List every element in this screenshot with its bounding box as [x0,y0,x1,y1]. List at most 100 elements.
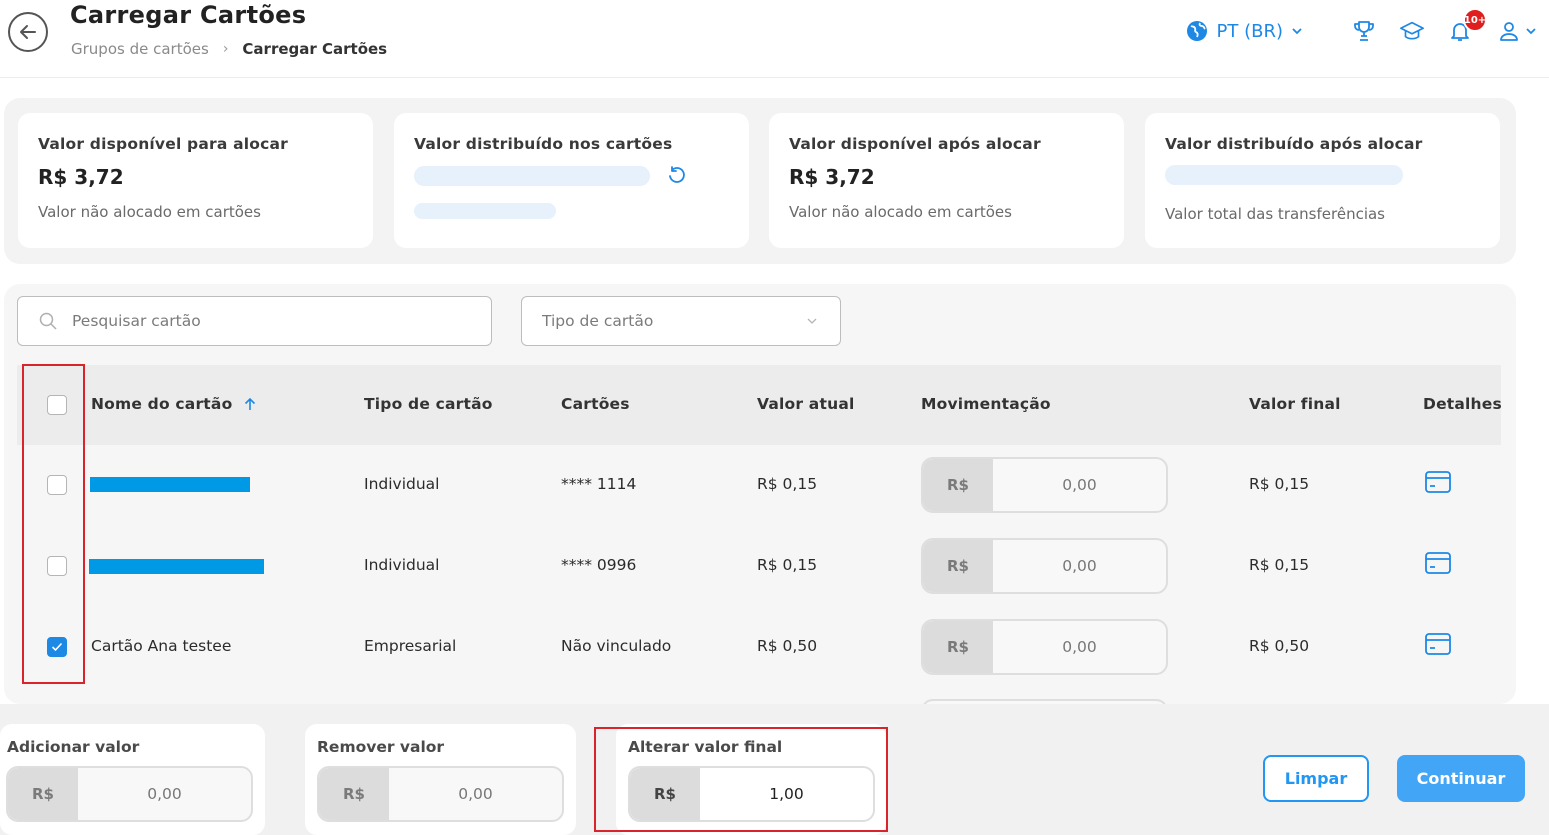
cell-current: R$ 0,15 [757,475,818,493]
user-icon [1500,22,1518,41]
cell-final: R$ 0,15 [1249,556,1310,574]
card-details-icon[interactable] [1425,471,1451,493]
movement-input[interactable]: R$ 0,00 [921,457,1168,513]
column-header-cards: Cartões [561,395,630,413]
column-header-type: Tipo de cartão [364,395,493,413]
arrow-up-icon [245,397,256,410]
card-value: R$ 3,72 [789,165,875,189]
trophy-button[interactable] [1351,18,1377,44]
remove-value-amount: 0,00 [458,785,493,803]
summary-card-available-after: Valor disponível após alocar R$ 3,72 Val… [769,113,1124,248]
cell-cards: Não vinculado [561,637,672,655]
language-selector[interactable]: PT (BR) [1185,19,1303,43]
currency-prefix: R$ [923,621,993,673]
chevron-down-icon [1292,28,1302,35]
card-subtitle: Valor não alocado em cartões [789,203,1012,221]
remove-value-input[interactable]: R$ 0,00 [317,766,564,822]
cell-name: Cartão Ana testee [91,637,232,655]
search-icon [39,312,57,330]
add-value-label: Adicionar valor [7,738,140,756]
currency-prefix: R$ [319,768,389,820]
summary-card-available: Valor disponível para alocar R$ 3,72 Val… [18,113,373,248]
column-header-final: Valor final [1249,395,1341,413]
select-placeholder: Tipo de cartão [542,312,654,330]
column-label: Nome do cartão [91,395,233,413]
cell-final: R$ 0,50 [1249,637,1310,655]
page-title: Carregar Cartões [70,1,307,29]
breadcrumb-item-current: Carregar Cartões [242,40,388,58]
currency-prefix: R$ [8,768,78,820]
movement-input[interactable]: R$ 0,00 [921,619,1168,675]
remove-value-panel: Remover valor R$ 0,00 [305,724,576,835]
card-label: Valor distribuído nos cartões [414,135,673,153]
column-header-current: Valor atual [757,395,855,413]
arrow-left-icon [20,25,36,39]
chevron-right-icon: › [222,41,229,57]
loading-skeleton [1165,165,1403,185]
summary-card-distributed: Valor distribuído nos cartões [394,113,749,248]
card-details-icon[interactable] [1425,633,1451,655]
currency-prefix: R$ [923,459,993,511]
table-row: Individual **** 1114 R$ 0,15 R$ 0,00 R$ … [17,445,1501,526]
movement-value: 0,00 [1062,638,1097,656]
highlight-checkbox-column [22,364,85,684]
column-header-details: Detalhes [1423,395,1502,413]
back-button[interactable] [8,12,48,52]
remove-value-label: Remover valor [317,738,445,756]
card-label: Valor distribuído após alocar [1165,135,1423,153]
header-actions: PT (BR) 10+ [1185,8,1539,48]
continue-button[interactable]: Continuar [1397,755,1525,802]
card-label: Valor disponível para alocar [38,135,289,153]
card-subtitle: Valor total das transferências [1165,205,1385,223]
cell-cards: **** 0996 [561,556,637,574]
add-value-amount: 0,00 [147,785,182,803]
globe-icon [1186,21,1207,41]
user-menu-button[interactable] [1495,18,1539,44]
cell-current: R$ 0,50 [757,637,818,655]
card-label: Valor disponível após alocar [789,135,1041,153]
summary-card-distributed-after: Valor distribuído após alocar Valor tota… [1145,113,1500,248]
card-type-select[interactable]: Tipo de cartão [521,296,841,346]
refresh-icon[interactable] [666,165,688,187]
cell-type: Individual [364,475,440,493]
currency-prefix: R$ [923,540,993,592]
cards-table-panel: Pesquisar cartão Tipo de cartão Nome do … [4,284,1516,704]
bulk-actions-bar: Adicionar valor R$ 0,00 Remover valor R$… [0,704,1549,835]
cell-final: R$ 0,15 [1249,475,1310,493]
add-value-input[interactable]: R$ 0,00 [6,766,253,822]
table-header: Nome do cartão Tipo de cartão Cartões Va… [17,365,1502,445]
cell-type: Individual [364,556,440,574]
search-placeholder: Pesquisar cartão [72,312,201,330]
column-header-movement: Movimentação [921,395,1051,413]
redacted-name [89,559,264,574]
language-label: PT (BR) [1216,20,1283,42]
column-header-name[interactable]: Nome do cartão [91,395,256,413]
chevron-down-icon [807,318,817,324]
add-value-panel: Adicionar valor R$ 0,00 [0,724,265,835]
loading-skeleton [414,203,556,219]
clear-button[interactable]: Limpar [1263,755,1369,802]
table-row: Cartão Ana testee Empresarial Não vincul… [17,607,1501,688]
chevron-down-icon [1526,28,1536,35]
page-header: Carregar Cartões Grupos de cartões › Car… [0,0,1549,78]
notifications-button[interactable]: 10+ [1447,8,1487,44]
card-value: R$ 3,72 [38,165,124,189]
highlight-final-value [594,727,888,832]
breadcrumb-item-groups[interactable]: Grupos de cartões [71,40,209,58]
academy-button[interactable] [1399,18,1425,44]
cell-type: Empresarial [364,637,457,655]
movement-input[interactable]: R$ 0,00 [921,538,1168,594]
trophy-icon [1354,21,1374,41]
movement-value: 0,00 [1062,557,1097,575]
movement-value: 0,00 [1062,476,1097,494]
breadcrumb: Grupos de cartões › Carregar Cartões [71,40,387,58]
graduation-cap-icon [1400,21,1424,40]
card-details-icon[interactable] [1425,552,1451,574]
table-row: Individual **** 0996 R$ 0,15 R$ 0,00 R$ … [17,526,1501,607]
redacted-name [90,477,250,492]
cell-cards: **** 1114 [561,475,637,493]
search-input[interactable]: Pesquisar cartão [17,296,492,346]
loading-skeleton [414,166,650,186]
card-subtitle: Valor não alocado em cartões [38,203,261,221]
cell-current: R$ 0,15 [757,556,818,574]
